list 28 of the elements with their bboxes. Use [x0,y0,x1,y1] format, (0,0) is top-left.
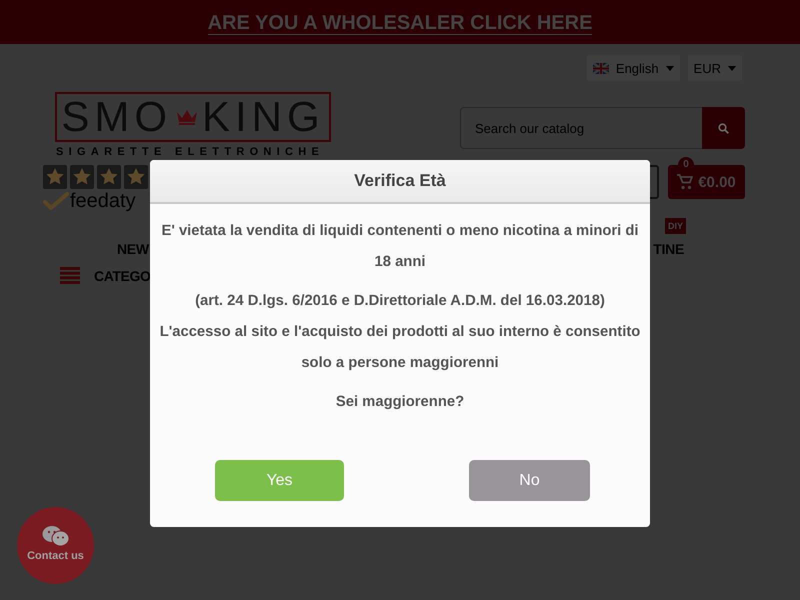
nav-badge: DIY [664,218,686,234]
menu-icon[interactable] [60,267,80,284]
nav-link[interactable]: NEW [117,241,149,257]
crown-icon [176,109,198,125]
dialog-text: E' vietata la vendita di liquidi contenenti o meno nicotina a minori di 18 anni [160,222,640,272]
contact-button[interactable]: Contact us [17,507,94,584]
dialog-text: L'accesso al sito e l'acquisto dei prodotti al suo interno è consentito solo a persone maggiorenni [158,323,642,373]
dialog-title: Verifica Età [354,171,446,191]
yes-button[interactable]: Yes [215,460,344,501]
categories-link[interactable]: CATEGO [94,268,150,284]
wholesaler-link[interactable]: ARE YOU A WHOLESALER CLICK HERE [208,12,592,34]
caret-icon [666,66,674,70]
language-selector[interactable]: English [586,55,680,81]
dialog-text: Sei maggiorenne? [334,393,466,412]
search-field[interactable]: Search our catalog [460,107,702,149]
logo-tagline: SIGARETTE ELETTRONICHE [56,145,326,159]
cart-icon [677,174,694,190]
feedaty-logo-text: feedaty [70,190,136,212]
caret-icon [728,66,736,70]
currency-selector[interactable]: EUR [688,55,742,81]
check-icon [43,192,69,210]
search-icon [718,122,729,134]
chat-icon [42,525,70,547]
no-button[interactable]: No [469,460,590,501]
dialog-text: (art. 24 D.lgs. 6/2016 e D.Direttoriale A.D.M. del 16.03.2018) [194,292,606,311]
search-button[interactable] [702,107,745,149]
flag-icon [592,62,609,74]
nav-link[interactable]: TINE [653,241,684,257]
